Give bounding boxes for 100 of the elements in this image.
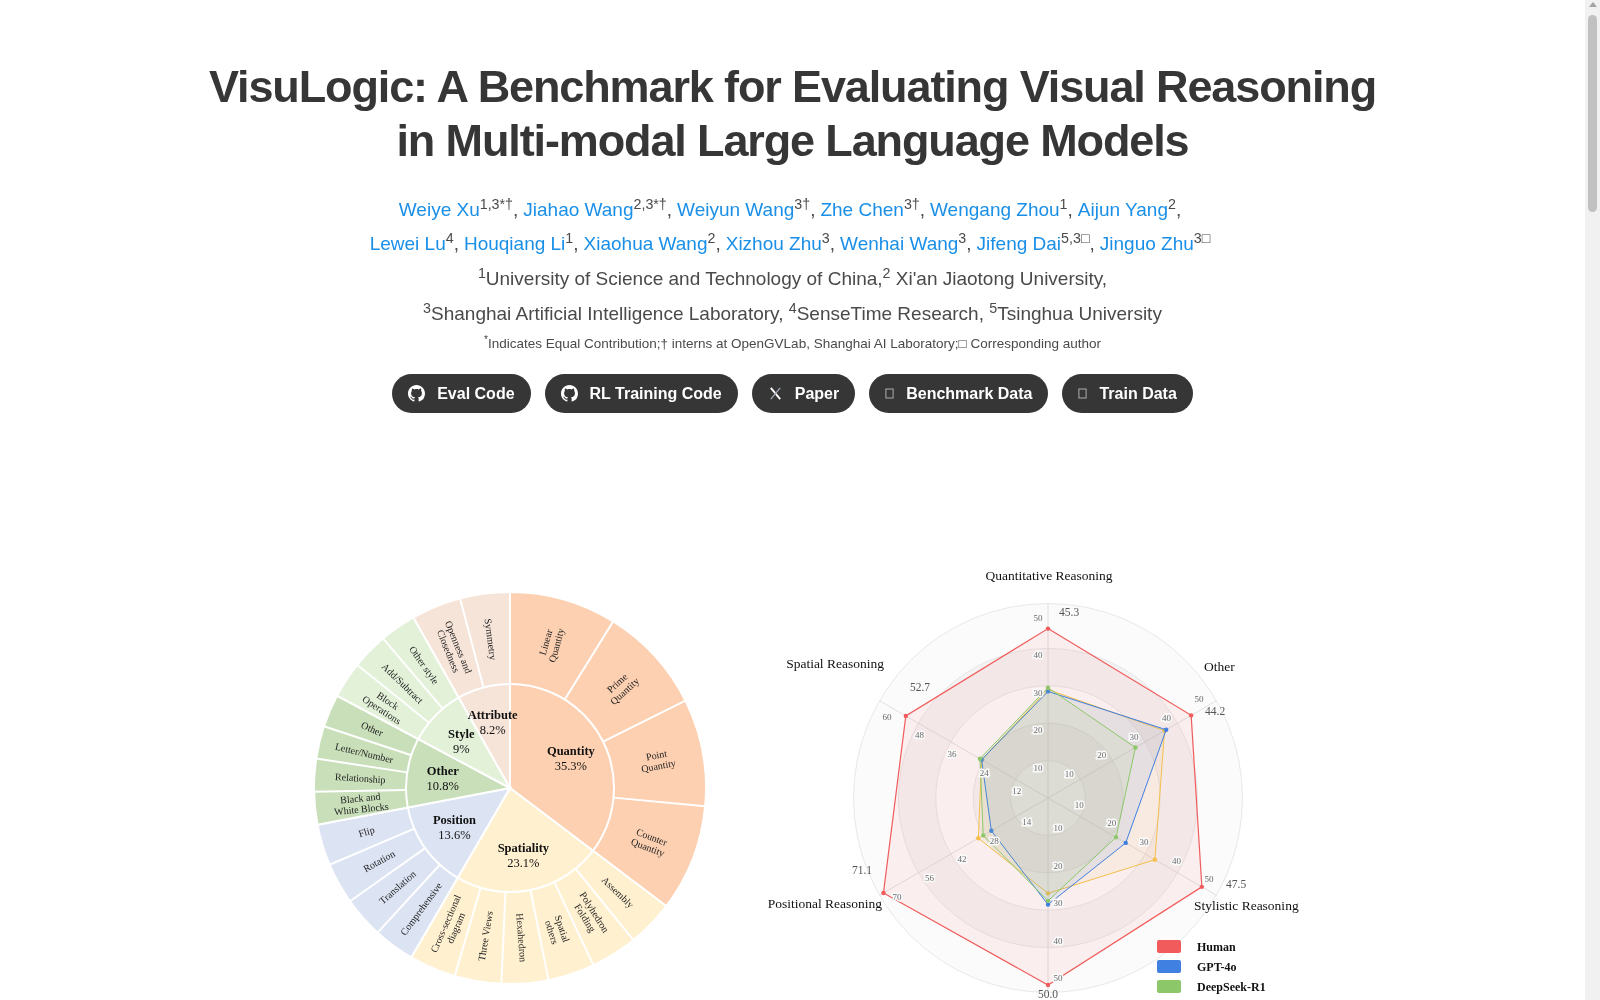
tick-label: 50 bbox=[1194, 694, 1204, 705]
link-button[interactable]: Eval Code bbox=[392, 374, 531, 413]
box-icon bbox=[885, 388, 895, 399]
segment-label: Linear Quantity bbox=[536, 626, 567, 664]
author-link[interactable]: Lewei Lu bbox=[369, 233, 446, 254]
author-link[interactable]: Wenhai Wang bbox=[840, 233, 959, 254]
tick-label: 12 bbox=[1012, 786, 1022, 797]
axis-label: Other bbox=[1204, 659, 1235, 674]
percent-label: 10.8% bbox=[426, 778, 459, 793]
tick-label: 50 bbox=[1204, 874, 1214, 885]
tick-label: 10 bbox=[1033, 762, 1043, 773]
legend-label: DeepSeek-R1 bbox=[1197, 980, 1266, 994]
affiliation-line: $^{3}$Shanghai Artificial Intelligence Laboratory, $^{4}$SenseTime Research, $^{5}$Tsinghua University bbox=[423, 299, 1162, 326]
box-icon bbox=[1078, 388, 1088, 399]
link-button[interactable]: RL Training Code bbox=[544, 374, 738, 413]
category-label: Style bbox=[448, 726, 475, 741]
tick-label: 30 bbox=[1129, 731, 1139, 742]
value-label: 52.7 bbox=[909, 681, 930, 693]
github-icon bbox=[560, 385, 578, 402]
tick-label: 14 bbox=[1022, 816, 1032, 827]
author-link[interactable]: Weiyun Wang bbox=[677, 199, 795, 220]
author-note: $^{2}$, bbox=[707, 233, 721, 254]
tick-label: 10 bbox=[1053, 823, 1063, 834]
author-note: $^{2,3*†}$, bbox=[633, 199, 673, 220]
legend-label: Human bbox=[1197, 940, 1236, 954]
tick-label: 40 bbox=[1162, 713, 1171, 724]
author-link[interactable]: Jiahao Wang bbox=[523, 199, 634, 220]
tick-label: 30 bbox=[1053, 898, 1063, 909]
scrollbar-thumb[interactable] bbox=[1588, 15, 1597, 212]
category-label: Quantity bbox=[546, 743, 595, 758]
link-button[interactable]: Train Data bbox=[1062, 374, 1193, 413]
author-link[interactable]: Xiaohua Wang bbox=[583, 233, 708, 254]
tick-label: 28 bbox=[989, 835, 999, 846]
category-label: Attribute bbox=[467, 708, 518, 723]
segment-label: Hexahedron bbox=[514, 912, 529, 963]
tick-label: 20 bbox=[1053, 860, 1063, 871]
author-link[interactable]: Houqiang Li bbox=[463, 233, 566, 254]
link-button[interactable]: Benchmark Data bbox=[869, 374, 1049, 413]
tick-label: 56 bbox=[925, 872, 934, 883]
author-link[interactable]: Xizhou Zhu bbox=[725, 233, 822, 254]
author-link[interactable]: Aijun Yang bbox=[1077, 199, 1168, 220]
segment-label: Symmetry bbox=[482, 617, 499, 661]
author-note: $^{1,3*†}$, bbox=[479, 199, 519, 220]
category-label: Position bbox=[432, 813, 476, 828]
author-note: $^{1}$, bbox=[565, 233, 579, 254]
axis-label: Positional Reasoning bbox=[767, 896, 882, 911]
segment-label: Three Views bbox=[475, 910, 495, 962]
segment-label: Relationship bbox=[334, 770, 386, 786]
percent-label: 13.6% bbox=[438, 828, 471, 843]
crossed-strokes-icon bbox=[767, 386, 783, 401]
tick-label: 48 bbox=[915, 730, 924, 741]
value-label: 45.3 bbox=[1059, 606, 1080, 618]
tick-label: 20 bbox=[1033, 725, 1043, 736]
segment-label: Flip bbox=[357, 824, 376, 840]
author-note: $^{4}$, bbox=[445, 233, 459, 254]
author-note: $^{3}$, bbox=[958, 233, 972, 254]
author-link[interactable]: Jinguo Zhu bbox=[1099, 233, 1194, 254]
link-button[interactable]: Paper bbox=[751, 374, 856, 413]
segment-label: Spatial others bbox=[542, 913, 572, 946]
axis-label: Spatial Reasoning bbox=[786, 656, 884, 671]
author-note: 3□ bbox=[1193, 233, 1211, 246]
axis-label: Stylistic Reasoning bbox=[1194, 898, 1299, 913]
author-link[interactable]: Wengang Zhou bbox=[930, 199, 1060, 220]
author-link[interactable]: Weiye Xu bbox=[398, 199, 480, 220]
scroll-up-arrow-icon[interactable] bbox=[1588, 2, 1597, 7]
value-label: 44.2 bbox=[1205, 705, 1226, 717]
author-note: $^{2}$, bbox=[1168, 199, 1182, 220]
tick-label: 70 bbox=[892, 891, 902, 902]
value-label: 71.1 bbox=[851, 864, 872, 876]
category-label: Other bbox=[426, 763, 459, 778]
author-link[interactable]: Zhe Chen bbox=[820, 199, 904, 220]
scrollbar[interactable] bbox=[1585, 0, 1600, 1000]
tick-label: 30 bbox=[1033, 687, 1043, 698]
tick-label: 36 bbox=[947, 749, 957, 760]
tick-label: 20 bbox=[1107, 818, 1117, 829]
tick-label: 42 bbox=[957, 854, 967, 865]
segment-label: Black and White Blocks bbox=[333, 790, 390, 818]
tick-label: 50 bbox=[1033, 613, 1043, 623]
tick-label: 30 bbox=[1139, 836, 1149, 847]
tick-label: 40 bbox=[1033, 650, 1043, 661]
author-link[interactable]: Jifeng Dai bbox=[976, 233, 1062, 254]
percent-label: 23.1% bbox=[507, 855, 540, 870]
author-note: $^{3†}$, bbox=[794, 199, 816, 220]
percent-label: 9% bbox=[453, 741, 470, 756]
author-note: $^{3†}$, bbox=[903, 199, 926, 220]
segment-label: Point Quantity bbox=[640, 747, 677, 775]
percent-label: 35.3% bbox=[554, 758, 588, 773]
percent-label: 8.2% bbox=[479, 723, 506, 738]
tick-label: 10 bbox=[1074, 799, 1084, 810]
footnote: $^{*}$Indicates Equal Contribution;† interns at OpenGVLab, Shanghai AI Laboratory;□ Corresponding author bbox=[484, 334, 1101, 353]
author-note: $^{5,3□}$, bbox=[1061, 233, 1095, 254]
axis-label: Quantitative Reasoning bbox=[985, 570, 1113, 583]
github-icon bbox=[408, 385, 426, 402]
page-title: VisuLogic: A Benchmark for Evaluating Visual Reasoning in Multi-modal Large Language Models bbox=[207, 60, 1377, 168]
value-label: 47.5 bbox=[1226, 878, 1247, 890]
author-note: $^{1}$, bbox=[1059, 199, 1073, 220]
tick-label: 40 bbox=[1172, 855, 1181, 866]
affiliation-line: $^{1}$University of Science and Technology of China,$^{2}$ Xi'an Jiaotong University, bbox=[477, 264, 1108, 291]
category-label: Spatiality bbox=[497, 840, 550, 855]
tick-label: 20 bbox=[1097, 750, 1107, 761]
